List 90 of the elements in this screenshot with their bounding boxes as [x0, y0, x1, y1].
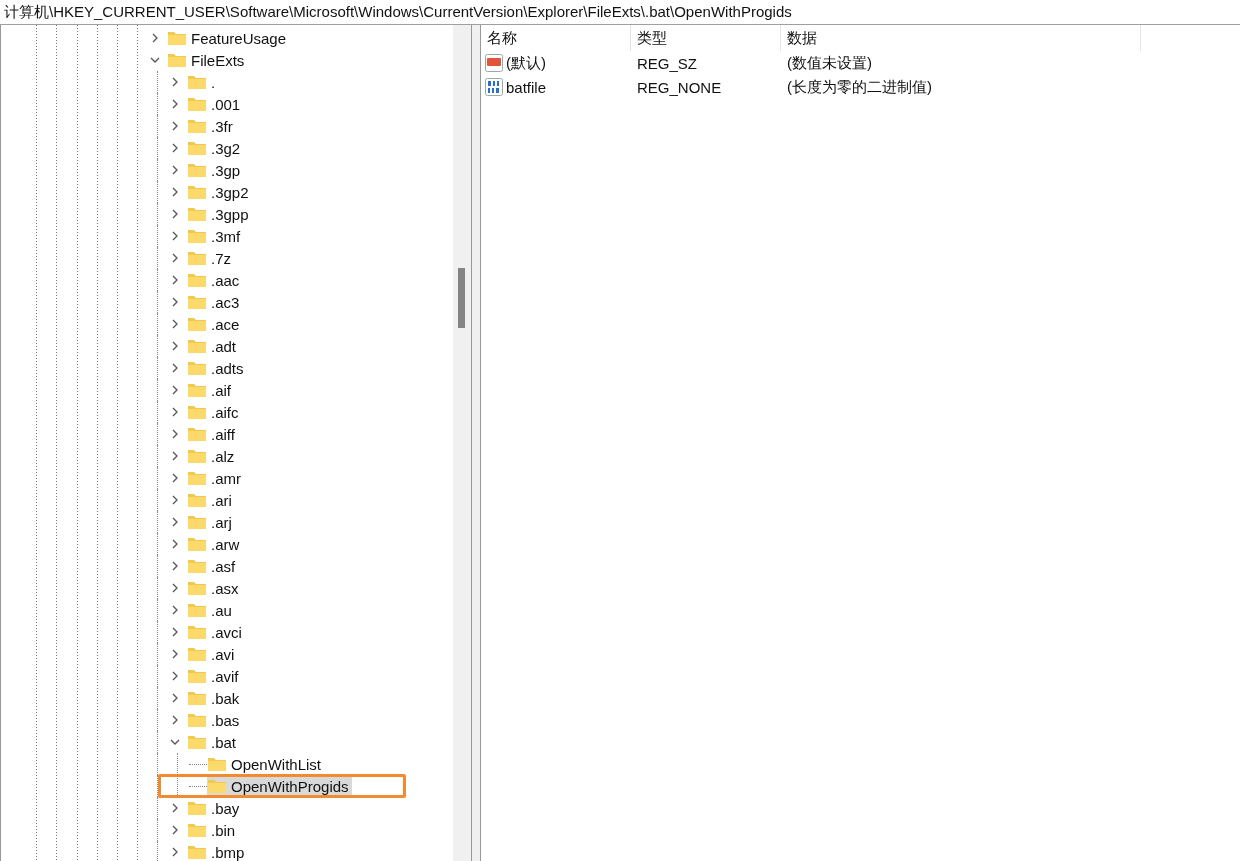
folder-icon	[187, 316, 207, 332]
tree-node[interactable]: .bmp	[187, 842, 248, 861]
tree-node[interactable]: FileExts	[167, 50, 248, 70]
folder-icon	[207, 778, 227, 794]
folder-icon	[187, 96, 207, 112]
scrollbar-thumb[interactable]	[458, 268, 465, 328]
tree-node[interactable]: .ac3	[187, 292, 243, 312]
tree-node[interactable]: .001	[187, 94, 244, 114]
tree-node[interactable]: .bin	[187, 820, 239, 840]
value-data: (数值未设置)	[786, 53, 873, 73]
folder-icon	[187, 536, 207, 552]
tree-node[interactable]: .3g2	[187, 138, 244, 158]
tree-node[interactable]: .bay	[187, 798, 243, 818]
tree-node[interactable]: .bas	[187, 710, 243, 730]
folder-icon	[187, 646, 207, 662]
tree-node[interactable]: .alz	[187, 446, 238, 466]
binary-value-icon	[485, 78, 503, 96]
value-name[interactable]: (默认)	[506, 53, 546, 73]
tree-node[interactable]: .aiff	[187, 424, 238, 444]
folder-icon	[187, 426, 207, 442]
tree-node[interactable]: FeatureUsage	[167, 28, 290, 48]
tree-node[interactable]: .arj	[187, 512, 235, 532]
tree-node[interactable]: .au	[187, 600, 235, 620]
tree-node[interactable]: .bat	[187, 732, 240, 752]
tree-node[interactable]: .aifc	[187, 402, 242, 422]
string-value-icon	[485, 54, 503, 72]
folder-icon	[167, 52, 187, 68]
folder-icon	[187, 712, 207, 728]
tree-node[interactable]: .aif	[187, 380, 234, 400]
tree-node[interactable]: .3fr	[187, 116, 236, 136]
value-type: REG_SZ	[636, 54, 698, 72]
folder-icon	[187, 118, 207, 134]
folder-icon	[187, 272, 207, 288]
folder-icon	[187, 184, 207, 200]
address-bar[interactable]: 计算机\HKEY_CURRENT_USER\Software\Microsoft\Windows\CurrentVersion\Explorer\FileExts\.bat\OpenWithProgids	[0, 0, 1240, 25]
folder-icon	[187, 338, 207, 354]
folder-icon	[187, 294, 207, 310]
tree-node[interactable]: .avif	[187, 666, 242, 686]
column-header[interactable]: 类型	[631, 25, 781, 51]
folder-icon	[187, 382, 207, 398]
folder-icon	[187, 800, 207, 816]
folder-icon	[187, 404, 207, 420]
tree-node[interactable]: .avi	[187, 644, 238, 664]
folder-icon	[187, 470, 207, 486]
folder-icon	[187, 360, 207, 376]
folder-icon	[187, 206, 207, 222]
folder-icon	[207, 756, 227, 772]
tree-node[interactable]: .ari	[187, 490, 235, 510]
folder-icon	[187, 624, 207, 640]
folder-icon	[187, 140, 207, 156]
tree-node[interactable]: .ace	[187, 314, 243, 334]
tree-node[interactable]: .adts	[187, 358, 247, 378]
column-header[interactable]: 名称	[481, 25, 631, 51]
folder-icon	[187, 580, 207, 596]
value-data: (长度为零的二进制值)	[786, 77, 933, 97]
tree-node[interactable]: .3mf	[187, 226, 244, 246]
value-name[interactable]: batfile	[506, 78, 547, 96]
tree-node[interactable]: OpenWithList	[207, 754, 325, 774]
tree-node[interactable]: OpenWithProgids	[207, 776, 352, 796]
folder-icon	[187, 448, 207, 464]
tree-node[interactable]: .3gp2	[187, 182, 252, 202]
tree-node[interactable]: .arw	[187, 534, 243, 554]
value-type: REG_NONE	[636, 78, 723, 96]
folder-icon	[187, 162, 207, 178]
folder-icon	[187, 492, 207, 508]
tree-node[interactable]: .avci	[187, 622, 245, 642]
tree-node[interactable]: .	[187, 72, 219, 92]
column-header[interactable]: 数据	[781, 25, 1141, 51]
scrollbar[interactable]	[453, 25, 471, 861]
folder-icon	[187, 514, 207, 530]
tree-node[interactable]: .3gpp	[187, 204, 252, 224]
tree-node[interactable]: .aac	[187, 270, 243, 290]
folder-icon	[187, 558, 207, 574]
tree-node[interactable]: .asf	[187, 556, 239, 576]
folder-icon	[187, 668, 207, 684]
folder-icon	[187, 822, 207, 838]
folder-icon	[187, 734, 207, 750]
folder-icon	[187, 690, 207, 706]
tree-node[interactable]: .bak	[187, 688, 243, 708]
folder-icon	[187, 844, 207, 860]
tree-node[interactable]: .adt	[187, 336, 240, 356]
folder-icon	[187, 228, 207, 244]
folder-icon	[187, 250, 207, 266]
folder-icon	[187, 74, 207, 90]
folder-icon	[187, 602, 207, 618]
tree-node[interactable]: .3gp	[187, 160, 244, 180]
tree-node[interactable]: .amr	[187, 468, 244, 488]
folder-icon	[167, 30, 187, 46]
tree-node[interactable]: .7z	[187, 248, 234, 268]
tree-node[interactable]: .asx	[187, 578, 242, 598]
